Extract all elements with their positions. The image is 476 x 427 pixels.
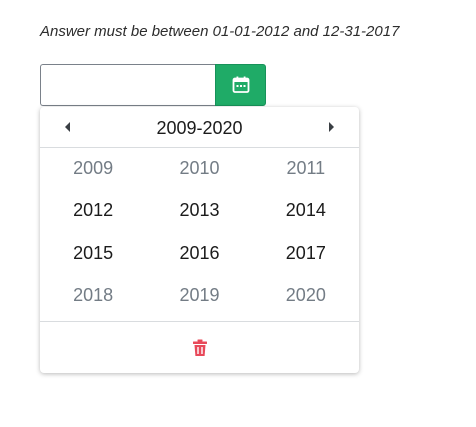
year-cell-2010: 2010 — [179, 157, 220, 178]
year-cell-2012[interactable]: 2012 — [40, 200, 146, 221]
year-cell-2016[interactable]: 2016 — [146, 243, 252, 264]
year-cell-2015[interactable]: 2015 — [40, 243, 146, 264]
year-cell-2019: 2019 — [179, 285, 220, 306]
year-picker-footer — [40, 321, 359, 374]
year-row: 2009 2010 2011 — [40, 147, 359, 190]
open-calendar-button[interactable] — [215, 64, 266, 106]
year-row: 2015 2016 2017 — [40, 232, 359, 275]
year-row: 2018 2019 2020 — [40, 275, 359, 318]
caret-right-icon — [329, 122, 334, 132]
trash-icon — [192, 339, 207, 356]
year-cell-2014[interactable]: 2014 — [253, 200, 359, 221]
year-cell-2013[interactable]: 2013 — [146, 200, 252, 221]
clear-date-button[interactable] — [192, 339, 208, 357]
year-picker-header: 2009-2020 — [40, 107, 359, 148]
calendar-icon — [232, 76, 249, 93]
year-cell-2011: 2011 — [286, 157, 326, 178]
year-grid: 2009 2010 2011 2012 2013 2014 2015 2016 … — [40, 147, 359, 317]
year-cell-2018: 2018 — [73, 285, 114, 306]
next-range-button[interactable] — [323, 119, 339, 135]
year-cell-2017[interactable]: 2017 — [253, 243, 359, 264]
year-cell-2020: 2020 — [285, 285, 326, 306]
year-picker-popup: 2009-2020 2009 2010 2011 2012 2013 2014 … — [40, 107, 359, 373]
date-input-field[interactable] — [40, 64, 215, 106]
answer-range-hint: Answer must be between 01-01-2012 and 12… — [40, 23, 400, 40]
year-range-title: 2009-2020 — [156, 118, 243, 138]
year-row: 2012 2013 2014 — [40, 190, 359, 233]
year-cell-2009: 2009 — [73, 157, 114, 178]
